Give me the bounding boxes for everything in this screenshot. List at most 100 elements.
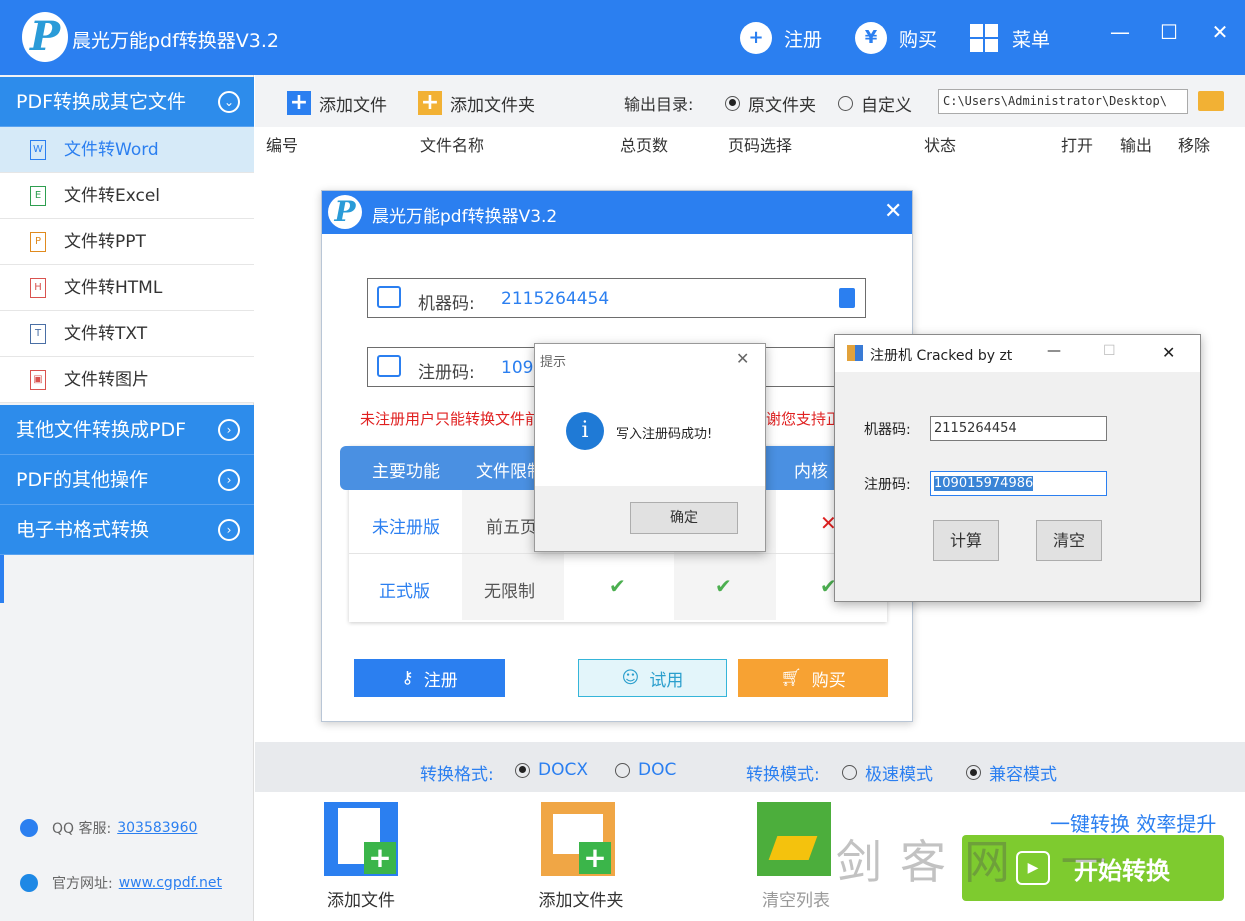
col-header-open: 打开 [1061, 136, 1094, 155]
plus-icon: + [364, 842, 396, 874]
chevron-right-icon: › [218, 419, 240, 441]
word-file-icon: W [30, 140, 46, 160]
output-original-label: 原文件夹 [748, 95, 816, 116]
mode-compat-label: 兼容模式 [989, 765, 1057, 785]
close-button[interactable]: ✕ [1205, 20, 1235, 44]
format-docx-radio[interactable]: DOCX [515, 760, 588, 780]
keygen-calc-button[interactable]: 计算 [933, 520, 999, 561]
keygen-machine-input[interactable]: 2115264454 [930, 416, 1107, 441]
radio-unchecked [615, 762, 630, 778]
maximize-button[interactable]: ☐ [1154, 20, 1184, 44]
machine-code-label: 机器码: [418, 294, 475, 314]
add-folder-button[interactable]: + 添加文件夹 [418, 88, 535, 118]
folder-icon[interactable] [1198, 91, 1224, 111]
add-file-big-button[interactable]: + [324, 802, 398, 876]
sidebar-item-label: 文件转TXT [64, 324, 148, 344]
unregistered-warning-tail: 谢您支持正 [766, 410, 842, 428]
mode-fast-radio[interactable]: 极速模式 [842, 760, 933, 785]
keygen-reg-value: 109015974986 [934, 476, 1034, 491]
reg-code-label: 注册码: [418, 363, 475, 383]
format-doc-radio[interactable]: DOC [615, 760, 676, 780]
info-icon: i [566, 412, 604, 450]
copy-icon[interactable] [839, 288, 855, 308]
keygen-close-button[interactable]: ✕ [1162, 343, 1175, 362]
register-top-button[interactable]: + 注册 [740, 22, 822, 54]
ok-button[interactable]: 确定 [630, 502, 738, 534]
row-full-limit: 无限制 [484, 582, 535, 602]
sidebar-item-ppt[interactable]: P 文件转PPT [0, 219, 254, 265]
sidebar-section-ebook[interactable]: 电子书格式转换 › [0, 505, 254, 555]
html-file-icon: H [30, 278, 46, 298]
mode-compat-radio[interactable]: 兼容模式 [966, 760, 1057, 785]
keygen-minimize-button[interactable]: — [1047, 343, 1061, 359]
sidebar-item-excel[interactable]: E 文件转Excel [0, 173, 254, 219]
sidebar-item-word[interactable]: W 文件转Word [0, 127, 254, 173]
trial-button[interactable]: ☺ 试用 [578, 659, 727, 697]
format-doc-label: DOC [638, 760, 677, 780]
message-box-text: 写入注册码成功! [616, 427, 713, 442]
site-link[interactable]: www.cgpdf.net [119, 875, 222, 891]
sidebar-item-txt[interactable]: T 文件转TXT [0, 311, 254, 357]
chevron-down-icon: ⌄ [218, 91, 240, 113]
sidebar-section-pdf-to-other[interactable]: PDF转换成其它文件 ⌄ [0, 77, 254, 127]
sidebar-item-label: 文件转HTML [64, 278, 163, 298]
radio-checked [725, 95, 740, 111]
check-icon: ✔ [715, 574, 732, 598]
user-icon: ☺ [621, 668, 640, 688]
monitor-icon [377, 286, 401, 308]
output-original-radio[interactable]: 原文件夹 [725, 88, 816, 118]
yen-icon: ¥ [855, 22, 887, 54]
chevron-right-icon: › [218, 469, 240, 491]
col-header-index: 编号 [266, 136, 299, 155]
chevron-right-icon: › [218, 519, 240, 541]
sidebar-item-image[interactable]: ▣ 文件转图片 [0, 357, 254, 403]
sidebar-item-html[interactable]: H 文件转HTML [0, 265, 254, 311]
sidebar-accent [0, 555, 4, 603]
add-folder-big-button[interactable]: + [541, 802, 615, 876]
register-label: 注册 [423, 670, 458, 691]
register-button[interactable]: ⚷ 注册 [354, 659, 505, 697]
add-folder-icon: + [418, 91, 442, 115]
section-label: PDF的其他操作 [16, 469, 149, 491]
official-site: 官方网址: www.cgpdf.net [20, 872, 222, 894]
trial-label: 试用 [649, 670, 684, 691]
plus-icon: + [579, 842, 611, 874]
row-unregistered-name: 未注册版 [372, 518, 440, 538]
keygen-reg-input[interactable]: 109015974986 [930, 471, 1107, 496]
unregistered-warning: 未注册用户只能转换文件前 [360, 410, 541, 428]
output-custom-label: 自定义 [861, 95, 912, 116]
col-header-filename: 文件名称 [420, 136, 485, 155]
grid-icon [970, 24, 998, 52]
sidebar-section-other-to-pdf[interactable]: 其他文件转换成PDF › [0, 405, 254, 455]
cart-icon: 🛒︎ [780, 668, 802, 688]
col-header-output: 输出 [1120, 136, 1153, 155]
qq-link[interactable]: 303583960 [117, 820, 197, 836]
add-folder-label: 添加文件夹 [450, 95, 535, 116]
dialog-close-icon[interactable]: ✕ [884, 199, 902, 224]
sidebar-section-pdf-ops[interactable]: PDF的其他操作 › [0, 455, 254, 505]
section-label: 其他文件转换成PDF [16, 419, 187, 441]
buy-button[interactable]: 🛒︎ 购买 [738, 659, 888, 697]
message-box-close-icon[interactable]: ✕ [736, 349, 749, 368]
menu-top-button[interactable]: 菜单 [970, 22, 1050, 54]
minimize-button[interactable]: — [1105, 20, 1135, 44]
clear-list-button[interactable] [757, 802, 831, 876]
col-header-status: 状态 [924, 136, 957, 155]
keygen-title: 注册机 Cracked by zt [870, 348, 1013, 364]
keygen-clear-button[interactable]: 清空 [1036, 520, 1102, 561]
col-header-remove: 移除 [1178, 136, 1211, 155]
register-top-label: 注册 [784, 28, 823, 51]
keygen-machine-label: 机器码: [864, 422, 911, 438]
add-file-button[interactable]: + 添加文件 [287, 88, 387, 118]
output-path-input[interactable]: C:\Users\Administrator\Desktop\ [938, 89, 1188, 114]
buy-top-label: 购买 [899, 28, 938, 51]
machine-code-value: 2115264454 [501, 289, 610, 309]
keygen-reg-label: 注册码: [864, 477, 911, 493]
sidebar-item-label: 文件转PPT [64, 232, 146, 252]
image-file-icon: ▣ [30, 370, 46, 390]
machine-code-field: 机器码: 2115264454 [367, 278, 866, 318]
keygen-window [834, 334, 1201, 602]
buy-top-button[interactable]: ¥ 购买 [855, 22, 937, 54]
keygen-maximize-button[interactable]: ☐ [1103, 343, 1116, 359]
output-custom-radio[interactable]: 自定义 [838, 88, 912, 118]
